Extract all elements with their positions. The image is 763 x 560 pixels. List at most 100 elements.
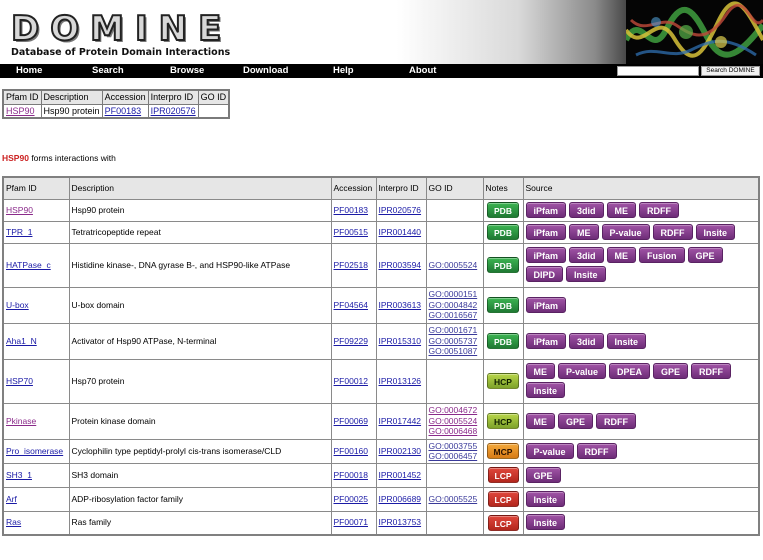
source-button[interactable]: GPE: [558, 412, 594, 429]
accession-link[interactable]: PF00069: [334, 416, 369, 426]
confidence-badge: LCP: [487, 514, 519, 531]
source-button[interactable]: RDFF: [639, 201, 680, 218]
source-button[interactable]: RDFF: [596, 412, 637, 429]
pfam-id-link[interactable]: HSP90: [6, 205, 33, 215]
source-button[interactable]: iPfam: [525, 223, 567, 240]
pfam-id-link[interactable]: SH3_1: [6, 470, 32, 480]
interpro-link[interactable]: IPR003594: [379, 260, 422, 270]
nav-search[interactable]: Search: [92, 64, 124, 78]
interpro-link[interactable]: IPR015310: [379, 336, 422, 346]
nav-about[interactable]: About: [409, 64, 436, 78]
pfam-id-link[interactable]: Pkinase: [6, 416, 36, 426]
source-button[interactable]: iPfam: [525, 247, 567, 263]
go-id-link[interactable]: GO:0003755: [429, 441, 481, 452]
source-button[interactable]: Fusion: [639, 247, 685, 263]
domine-logo[interactable]: DOMINE Database of Protein Domain Intera…: [5, 6, 305, 58]
accession-link[interactable]: PF00025: [334, 494, 369, 504]
table-row: HSP70 Hsp70 protein PF00012 IPR013126 HCP ME P…: [2, 358, 760, 404]
go-id-link[interactable]: GO:0006468: [429, 426, 481, 437]
source-button[interactable]: ME: [606, 201, 637, 218]
source-button[interactable]: iPfam: [525, 201, 567, 218]
nav-download[interactable]: Download: [243, 64, 288, 78]
accession-link[interactable]: PF00183: [334, 205, 369, 215]
source-cell: GPE: [522, 462, 760, 488]
accession-link[interactable]: PF00071: [334, 517, 369, 527]
interpro-link[interactable]: IPR006689: [379, 494, 422, 504]
source-button[interactable]: ME: [525, 412, 555, 429]
nav-home[interactable]: Home: [16, 64, 42, 78]
source-button[interactable]: Insite: [566, 266, 606, 282]
source-button[interactable]: iPfam: [525, 332, 567, 349]
source-button[interactable]: P-value: [601, 223, 650, 240]
source-button[interactable]: GPE: [687, 247, 723, 263]
query-pfam-link[interactable]: HSP90: [6, 106, 35, 116]
go-id-link[interactable]: GO:0005737: [429, 336, 481, 347]
source-button[interactable]: 3did: [569, 332, 604, 349]
source-button[interactable]: Insite: [695, 223, 736, 240]
interpro-link[interactable]: IPR013126: [379, 376, 422, 386]
interpro-link[interactable]: IPR020576: [379, 205, 422, 215]
accession-link[interactable]: PF00160: [334, 446, 369, 456]
accession-link[interactable]: PF02518: [334, 260, 369, 270]
source-button[interactable]: RDFF: [652, 223, 693, 240]
source-button[interactable]: ME: [525, 363, 555, 379]
accession-link[interactable]: PF00012: [334, 376, 369, 386]
source-button[interactable]: GPE: [525, 466, 561, 483]
go-id-link[interactable]: GO:0001671: [429, 325, 481, 336]
nav-help[interactable]: Help: [333, 64, 354, 78]
query-accession-link[interactable]: PF00183: [105, 106, 142, 116]
go-id-link[interactable]: GO:0005525: [429, 494, 481, 505]
search-input[interactable]: [617, 66, 699, 76]
accession-link[interactable]: PF00515: [334, 227, 369, 237]
go-id-link[interactable]: GO:0005524: [429, 260, 481, 271]
go-id-link[interactable]: GO:0051087: [429, 346, 481, 357]
source-button[interactable]: Insite: [525, 490, 566, 507]
pfam-id-link[interactable]: Pro_isomerase: [6, 446, 63, 456]
go-id-link[interactable]: GO:0016567: [429, 310, 481, 321]
go-id-link[interactable]: GO:0000151: [429, 289, 481, 300]
source-button[interactable]: Insite: [525, 382, 566, 398]
source-button[interactable]: RDFF: [691, 363, 732, 379]
source-button[interactable]: RDFF: [576, 442, 617, 459]
accession-link[interactable]: PF04564: [334, 300, 369, 310]
pfam-id-link[interactable]: TPR_1: [6, 227, 32, 237]
source-button[interactable]: P-value: [558, 363, 607, 379]
go-id-link[interactable]: GO:0006457: [429, 451, 481, 462]
go-id-cell: GO:0005524: [425, 242, 484, 288]
description-cell: ADP-ribosylation factor family: [68, 486, 332, 512]
source-button[interactable]: P-value: [525, 442, 574, 459]
interpro-link[interactable]: IPR002130: [379, 446, 422, 456]
source-button[interactable]: DIPD: [525, 266, 564, 282]
source-button[interactable]: GPE: [653, 363, 689, 379]
interpro-link[interactable]: IPR001452: [379, 470, 422, 480]
interpro-link[interactable]: IPR001440: [379, 227, 422, 237]
pfam-id-link[interactable]: Ras: [6, 517, 21, 527]
pfam-id-link[interactable]: U-box: [6, 300, 29, 310]
source-button[interactable]: DPEA: [609, 363, 651, 379]
confidence-badge: PDB: [487, 297, 519, 313]
accession-link[interactable]: PF00018: [334, 470, 369, 480]
interpro-link[interactable]: IPR013753: [379, 517, 422, 527]
source-button[interactable]: ME: [606, 247, 637, 263]
go-id-link[interactable]: GO:0005524: [429, 416, 481, 427]
go-id-link[interactable]: GO:0004672: [429, 405, 481, 416]
search-domine-button[interactable]: Search DOMINE: [701, 66, 760, 76]
pfam-id-link[interactable]: HATPase_c: [6, 260, 51, 270]
interpro-link[interactable]: IPR017442: [379, 416, 422, 426]
source-button[interactable]: 3did: [569, 201, 604, 218]
source-button[interactable]: ME: [569, 223, 599, 240]
accession-link[interactable]: PF09229: [334, 336, 369, 346]
query-interpro-link[interactable]: IPR020576: [151, 106, 196, 116]
interpro-link[interactable]: IPR003613: [379, 300, 422, 310]
pfam-id-link[interactable]: Aha1_N: [6, 336, 37, 346]
source-button[interactable]: iPfam: [525, 296, 567, 313]
nav-browse[interactable]: Browse: [170, 64, 204, 78]
pfam-id-link[interactable]: Arf: [6, 494, 17, 504]
go-id-link[interactable]: GO:0004842: [429, 300, 481, 311]
source-button[interactable]: Insite: [525, 514, 566, 531]
source-button[interactable]: 3did: [569, 247, 604, 263]
go-id-cell: GO:0003755 GO:0006457: [425, 438, 484, 464]
source-button[interactable]: Insite: [606, 332, 647, 349]
pfam-id-link[interactable]: HSP70: [6, 376, 33, 386]
source-cell: P-value RDFF: [522, 438, 760, 464]
